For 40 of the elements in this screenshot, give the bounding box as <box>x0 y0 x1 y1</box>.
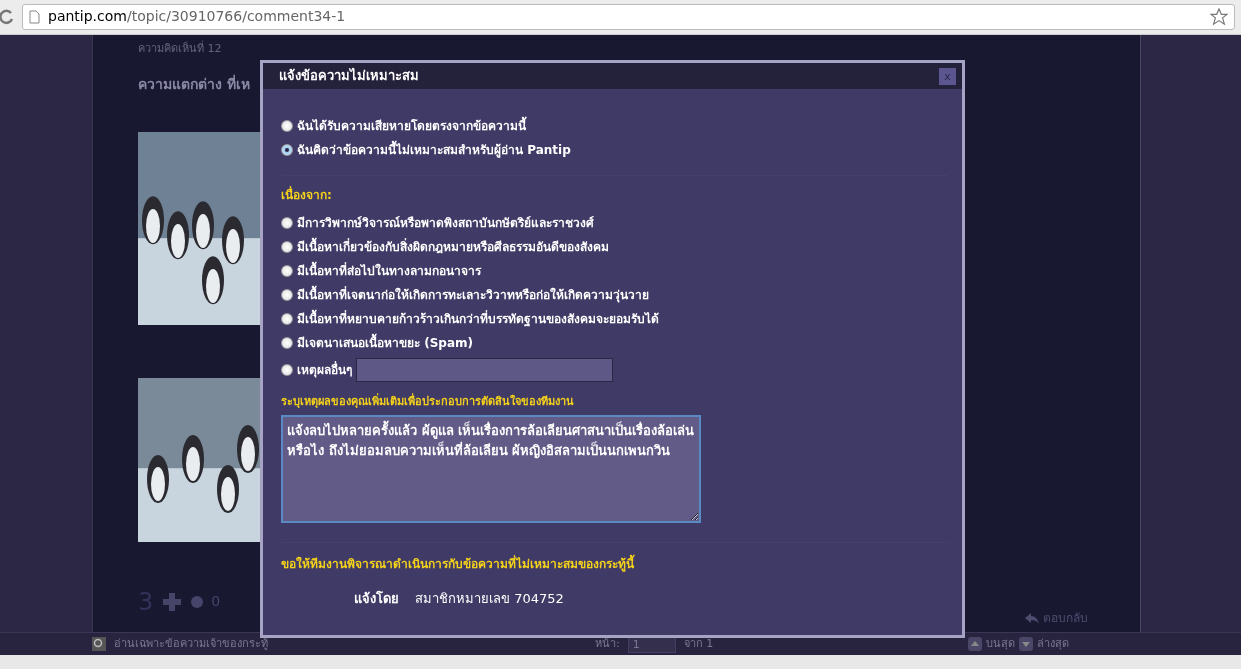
radio-button[interactable] <box>281 289 293 301</box>
radio-button[interactable] <box>281 265 293 277</box>
reported-by-label: แจ้งโดย <box>353 589 399 608</box>
radio-button[interactable] <box>281 313 293 325</box>
reasons-heading: เนื่องจาก: <box>281 186 333 204</box>
comment-title: ความแตกต่าง ที่เห <box>138 73 250 94</box>
radio-button[interactable] <box>281 337 293 349</box>
details-label: ระบุเหตุผลของคุณเพิ่มเติมเพื่อประกอบการตัดสินใจของทีมงาน <box>281 394 575 410</box>
radio-label[interactable]: ฉันคิดว่าข้อความนี้ไม่เหมาะสมสำหรับผู้อ่าน Pantip <box>297 141 571 159</box>
details-textarea[interactable]: แจ้งลบไปหลายครั้งแล้ว ผ้ดูแล เห็นเรื่องการล้อเลียนศาสนาเป็นเรื่องล้อเล่นหรือไง ถึงไม่ยอมลบความเห็นที่ล้อเลียน ผ้หญิงอิสลามเป็นนกเพนกวิน <box>281 414 701 523</box>
radio-label[interactable]: มีการวิพากษ์วิจารณ์หรือพาดพิงสถาบันกษัตริย์และราชวงศ์ <box>297 214 594 232</box>
radio-button[interactable] <box>281 217 293 229</box>
page-label: หน้า: <box>595 635 620 652</box>
search-icon[interactable] <box>92 637 106 651</box>
radio-button[interactable] <box>281 364 293 376</box>
radio-label[interactable]: มีเจตนาเสนอเนื้อหาขยะ (Spam) <box>297 334 473 352</box>
star-icon[interactable] <box>1210 7 1228 26</box>
address-bar[interactable]: pantip.com/topic/30910766/comment34-1 <box>22 3 1235 30</box>
radio-label[interactable]: มีเนื้อหาที่ส่อไปในทางลามกอนาจาร <box>297 262 481 280</box>
request-heading: ขอให้ทีมงานพิจารณาดำเนินการกับข้อความที่ไม่เหมาะสมของกระทู้นี้ <box>281 554 636 573</box>
owner-only-link[interactable]: อ่านเฉพาะข้อความเจ้าของกระทู้ <box>114 635 268 653</box>
radio-button[interactable] <box>281 144 293 156</box>
radio-label[interactable]: เหตุผลอื่นๆ <box>297 361 352 379</box>
radio-label[interactable]: มีเนื้อหาที่หยาบคายก้าวร้าวเกินกว่าที่บรรทัดฐานของสังคมจะยอมรับได้ <box>297 310 659 328</box>
radio-button[interactable] <box>281 241 293 253</box>
page-icon <box>29 9 40 24</box>
other-reason-field[interactable] <box>356 358 613 382</box>
bottom-link[interactable]: ล่างสุด <box>1037 635 1070 653</box>
emotion-count: 0 <box>211 592 221 611</box>
dialog-title: แจ้งข้อความไม่เหมาะสม <box>279 67 419 86</box>
comment-number: ความคิดเห็นที่ 12 <box>138 41 223 57</box>
radio-label[interactable]: ฉันได้รับความเสียหายโดยตรงจากข้อความนี้ <box>297 117 526 135</box>
radio-label[interactable]: มีเนื้อหาเกี่ยวข้องกับสิ่งผิดกฎหมายหรือศีลธรรมอันดีของสังคม <box>297 238 609 256</box>
reported-by-value: สมาชิกหมายเลข 704752 <box>415 589 564 608</box>
radio-button[interactable] <box>281 120 293 132</box>
radio-label[interactable]: มีเนื้อหาที่เจตนาก่อให้เกิดการทะเลาะวิวาทหรือก่อให้เกิดความวุ่นวาย <box>297 286 649 304</box>
top-link[interactable]: บนสุด <box>986 635 1016 653</box>
reload-icon[interactable] <box>0 8 14 25</box>
url-text: pantip.com/topic/30910766/comment34-1 <box>48 7 346 26</box>
page-total: จาก 1 <box>683 635 714 652</box>
